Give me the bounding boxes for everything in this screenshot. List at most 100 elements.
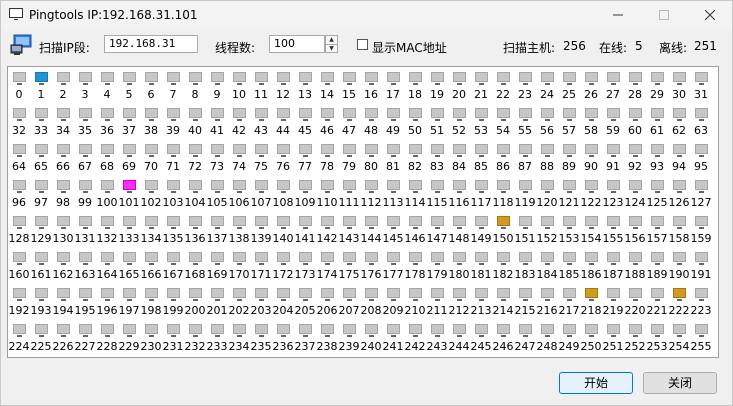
monitor-icon — [563, 180, 576, 193]
monitor-icon — [585, 252, 598, 265]
monitor-icon — [629, 252, 642, 265]
monitor-icon — [497, 108, 510, 121]
monitor-icon — [453, 180, 466, 193]
monitor-icon — [387, 288, 400, 301]
monitor-icon — [123, 144, 136, 157]
monitor-icon — [607, 324, 620, 337]
monitor-icon — [211, 324, 224, 337]
monitor-icon — [409, 216, 422, 229]
monitor-icon — [629, 216, 642, 229]
monitor-icon — [233, 216, 246, 229]
title-bar[interactable]: Pingtools IP:192.168.31.101 — [1, 1, 732, 29]
monitor-icon — [629, 108, 642, 121]
monitor-icon — [299, 216, 312, 229]
thread-count-input[interactable]: 100 — [269, 35, 325, 53]
monitor-icon — [79, 108, 92, 121]
monitor-icon — [453, 108, 466, 121]
show-mac-label[interactable]: 显示MAC地址 — [372, 39, 447, 56]
monitor-icon — [343, 216, 356, 229]
host-31[interactable]: 31 — [690, 69, 712, 105]
monitor-icon — [79, 144, 92, 157]
maximize-button[interactable] — [641, 1, 687, 29]
scan-hosts-value: 256 — [563, 39, 586, 53]
offline-label: 离线: — [659, 41, 688, 55]
monitor-icon — [431, 324, 444, 337]
monitor-icon — [167, 252, 180, 265]
monitor-icon — [541, 252, 554, 265]
minimize-button[interactable] — [595, 1, 641, 29]
monitor-icon — [145, 72, 158, 85]
monitor-icon — [497, 252, 510, 265]
host-95[interactable]: 95 — [690, 141, 712, 177]
monitor-icon — [167, 144, 180, 157]
monitor-icon — [35, 72, 48, 85]
monitor-icon — [233, 72, 246, 85]
monitor-icon — [519, 324, 532, 337]
monitor-icon — [255, 72, 268, 85]
monitor-icon — [35, 216, 48, 229]
ip-range-input[interactable]: 192.168.31 — [104, 35, 198, 53]
monitor-icon — [343, 288, 356, 301]
monitor-icon — [519, 216, 532, 229]
monitor-icon — [189, 216, 202, 229]
start-button[interactable]: 开始 — [559, 372, 633, 394]
monitor-icon — [673, 108, 686, 121]
monitor-icon — [57, 72, 70, 85]
monitor-icon — [365, 216, 378, 229]
host-number: 223 — [690, 304, 712, 317]
ip-range-label: 扫描IP段: — [39, 41, 90, 55]
monitor-icon — [321, 72, 334, 85]
monitor-icon — [475, 324, 488, 337]
monitor-icon — [13, 72, 26, 85]
host-number: 127 — [690, 196, 712, 209]
monitor-icon — [35, 252, 48, 265]
monitor-icon — [101, 144, 114, 157]
host-127[interactable]: 127 — [690, 177, 712, 213]
host-159[interactable]: 159 — [690, 213, 712, 249]
monitor-icon — [563, 216, 576, 229]
spin-up-icon[interactable]: ▲ — [326, 36, 337, 45]
offline-value: 251 — [694, 39, 717, 53]
monitor-icon — [145, 288, 158, 301]
monitor-icon — [299, 288, 312, 301]
monitor-icon — [57, 216, 70, 229]
monitor-icon — [453, 252, 466, 265]
monitor-icon — [101, 108, 114, 121]
network-computer-icon — [10, 34, 32, 55]
online-label: 在线: — [599, 41, 628, 55]
monitor-icon — [343, 252, 356, 265]
monitor-icon — [695, 288, 708, 301]
monitor-icon — [277, 288, 290, 301]
monitor-icon — [145, 108, 158, 121]
monitor-icon — [101, 72, 114, 85]
monitor-icon — [145, 324, 158, 337]
spin-down-icon[interactable]: ▼ — [326, 45, 337, 53]
monitor-icon — [167, 288, 180, 301]
monitor-icon — [453, 216, 466, 229]
monitor-icon — [673, 216, 686, 229]
monitor-icon — [57, 108, 70, 121]
close-window-button[interactable] — [687, 1, 733, 29]
monitor-icon — [233, 252, 246, 265]
monitor-icon — [57, 324, 70, 337]
monitor-icon — [387, 252, 400, 265]
host-255[interactable]: 255 — [690, 321, 712, 357]
host-191[interactable]: 191 — [690, 249, 712, 285]
show-mac-checkbox[interactable] — [357, 39, 368, 50]
monitor-icon — [233, 144, 246, 157]
thread-count-spinner[interactable]: ▲ ▼ — [325, 35, 338, 53]
monitor-icon — [255, 252, 268, 265]
monitor-icon — [233, 324, 246, 337]
monitor-icon — [475, 180, 488, 193]
monitor-icon — [145, 216, 158, 229]
monitor-icon — [211, 252, 224, 265]
host-63[interactable]: 63 — [690, 105, 712, 141]
monitor-icon — [35, 108, 48, 121]
host-grid[interactable]: 0 1 2 3 4 5 6 7 8 9 10 11 12 13 14 15 16 17 18 19 20 21 22 23 24… — [7, 66, 719, 358]
monitor-icon — [277, 72, 290, 85]
close-button[interactable]: 关闭 — [643, 372, 717, 394]
monitor-icon — [409, 144, 422, 157]
monitor-icon — [35, 180, 48, 193]
host-223[interactable]: 223 — [690, 285, 712, 321]
monitor-icon — [695, 72, 708, 85]
